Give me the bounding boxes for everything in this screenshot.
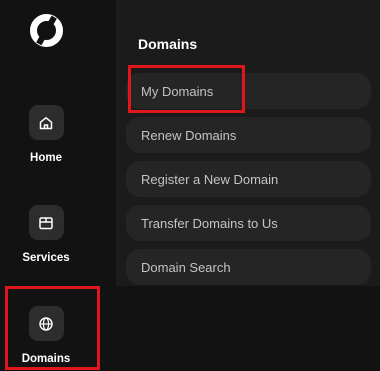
sidebar-item-services[interactable]: Services: [0, 205, 104, 285]
menu-item-register-domain[interactable]: Register a New Domain: [126, 161, 371, 197]
app-window: Home Services Domains Domains My Domains…: [0, 0, 380, 371]
sidebar-item-label: Services: [22, 252, 70, 264]
primary-sidebar: Home Services Domains: [0, 0, 116, 371]
ring-logo-icon[interactable]: [29, 13, 64, 48]
globe-icon: [28, 306, 64, 341]
menu-item-domain-search[interactable]: Domain Search: [126, 249, 371, 285]
panel-title: Domains: [138, 36, 198, 52]
sidebar-item-home[interactable]: Home: [0, 105, 104, 185]
sidebar-item-domains[interactable]: Domains: [0, 306, 104, 371]
home-icon: [28, 105, 64, 140]
menu-item-my-domains[interactable]: My Domains: [126, 73, 371, 109]
box-icon: [28, 205, 64, 240]
sidebar-item-label: Domains: [21, 353, 71, 365]
menu-item-transfer-domains[interactable]: Transfer Domains to Us: [126, 205, 371, 241]
sidebar-item-label: Home: [30, 152, 62, 164]
menu-item-renew-domains[interactable]: Renew Domains: [126, 117, 371, 153]
